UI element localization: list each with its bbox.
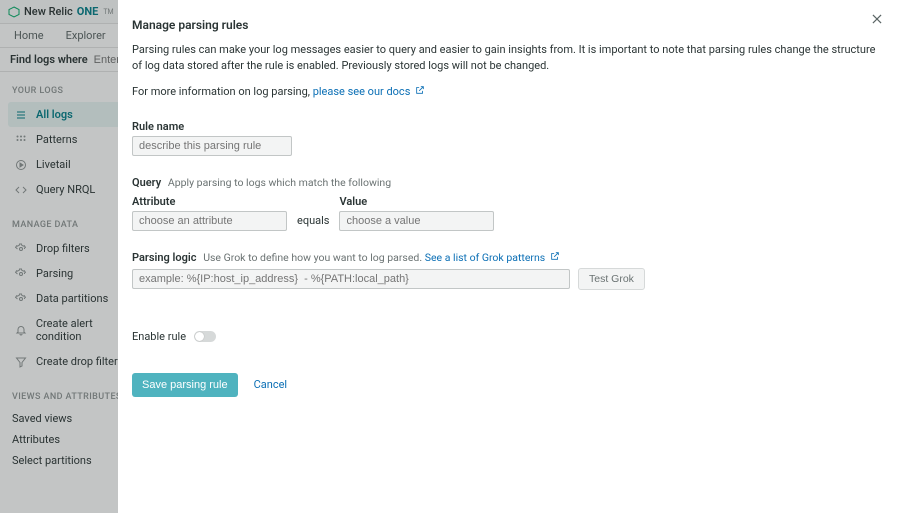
parsing-hint: Use Grok to define how you want to log p… [203, 251, 560, 264]
query-hint: Apply parsing to logs which match the fo… [168, 176, 391, 189]
toggle-knob [195, 332, 204, 341]
more-info-text: For more information on log parsing, [132, 85, 313, 98]
external-link-icon [415, 85, 425, 95]
attribute-label: Attribute [132, 195, 287, 208]
save-parsing-rule-button[interactable]: Save parsing rule [132, 373, 238, 397]
query-label: Query Apply parsing to logs which match … [132, 176, 876, 189]
docs-link[interactable]: please see our docs [313, 85, 425, 98]
test-grok-button[interactable]: Test Grok [578, 268, 645, 290]
attribute-input[interactable] [132, 211, 287, 231]
panel-title: Manage parsing rules [132, 18, 876, 32]
value-input[interactable] [339, 211, 494, 231]
parsing-logic-label: Parsing logic Use Grok to define how you… [132, 251, 876, 264]
grok-patterns-link[interactable]: See a list of Grok patterns [425, 251, 560, 264]
enable-rule-toggle[interactable] [194, 331, 216, 342]
cancel-button[interactable]: Cancel [254, 378, 287, 391]
close-button[interactable] [870, 12, 884, 29]
external-link-icon [550, 251, 560, 261]
enable-rule-label: Enable rule [132, 330, 186, 343]
parsing-rule-panel: Manage parsing rules Parsing rules can m… [118, 0, 900, 513]
panel-more-info: For more information on log parsing, ple… [132, 84, 876, 100]
equals-label: equals [297, 214, 329, 231]
rule-name-label: Rule name [132, 120, 876, 133]
rule-name-input[interactable] [132, 136, 292, 156]
panel-description: Parsing rules can make your log messages… [132, 42, 876, 74]
close-icon [870, 12, 884, 26]
value-label: Value [339, 195, 494, 208]
parsing-logic-input[interactable] [132, 269, 570, 289]
